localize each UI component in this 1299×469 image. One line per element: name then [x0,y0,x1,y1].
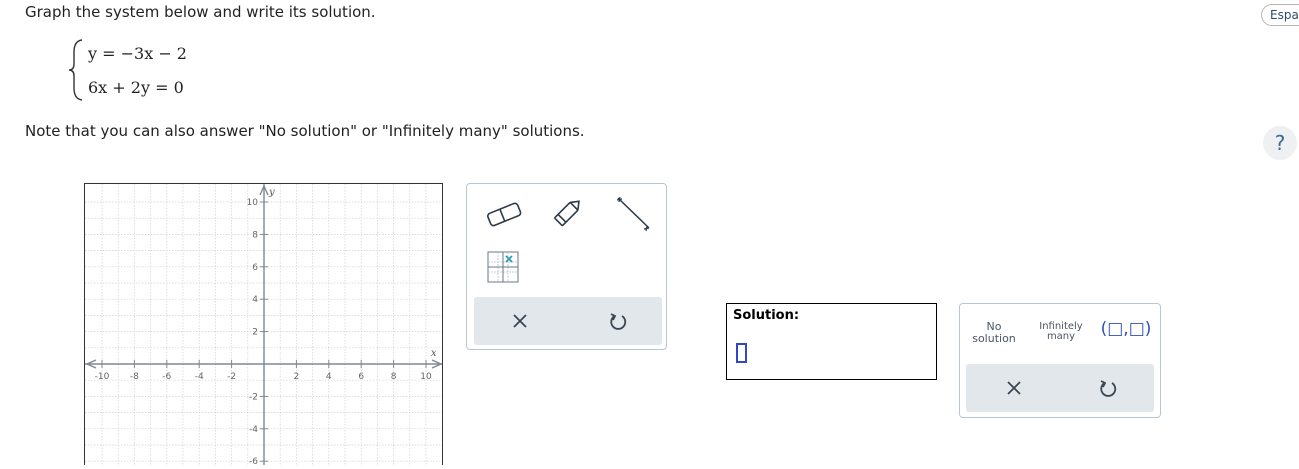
y-tick-label: 10 [247,198,259,208]
x-tick-label: -4 [195,372,204,382]
help-button[interactable]: ? [1263,126,1297,160]
point-grid-icon [487,251,519,283]
solution-label: Solution: [733,308,800,323]
coordinate-grid[interactable]: x y -10 -8 -6 -4 -2 2 4 6 8 10 10 8 6 4 2 -2 -4 -6 [84,183,443,469]
equation-2: 6x + 2y = 0 [88,78,184,97]
undo-graph-button[interactable] [608,311,628,335]
clear-answer-button[interactable] [1006,380,1022,400]
equation-1: y = −3x − 2 [88,44,187,63]
y-axis-label: y [268,187,275,198]
x-tick-label: 4 [326,372,332,382]
pencil-tool[interactable] [551,196,585,234]
line-tool[interactable] [613,194,653,238]
y-tick-label: -4 [249,425,258,435]
language-button[interactable]: Espa [1261,4,1299,26]
undo-icon [610,313,627,330]
x-tick-label: 8 [391,372,397,382]
x-tick-label: -8 [130,372,139,382]
x-tick-label: -2 [227,372,236,382]
point-tool[interactable] [487,251,519,287]
system-brace [68,39,83,101]
x-tick-label: 2 [294,372,300,382]
equation-system: y = −3x − 2 6x + 2y = 0 [68,38,208,102]
y-tick-label: 6 [252,263,258,273]
y-tick-label: 2 [252,328,258,338]
graph-canvas[interactable]: x y -10 -8 -6 -4 -2 2 4 6 8 10 10 8 6 4 2 -2 -4 -6 [84,183,443,469]
x-tick-label: 10 [420,372,432,382]
line-segment-icon [616,196,650,232]
no-solution-button[interactable]: No solution [966,321,1022,345]
x-axis-label: x [431,348,437,359]
close-icon [1007,381,1021,395]
keypad-action-bar [966,364,1154,412]
ordered-pair-button[interactable]: (□,□) [1100,319,1152,339]
solution-input[interactable] [736,343,747,363]
y-tick-label: 4 [252,295,258,305]
graph-action-bar [474,297,662,345]
x-tick-label: -10 [95,372,110,382]
y-tick-label: -6 [249,457,258,465]
pencil-icon [554,200,580,227]
instruction-text: Graph the system below and write its sol… [25,3,376,21]
solution-box: Solution: [726,303,937,380]
y-tick-label: -2 [249,392,258,402]
answer-keypad: No solution Infinitely many (□,□) [959,303,1161,418]
eraser-tool[interactable] [485,200,523,232]
graph-tools-panel [466,183,667,350]
y-tick-label: 8 [252,230,258,240]
clear-graph-button[interactable] [512,313,528,333]
undo-answer-button[interactable] [1098,378,1118,402]
close-icon [513,314,527,328]
x-tick-label: -6 [162,372,171,382]
note-text: Note that you can also answer "No soluti… [25,122,585,140]
x-tick-label: 6 [358,372,364,382]
eraser-icon [487,202,522,227]
undo-icon [1100,380,1117,397]
infinitely-many-button[interactable]: Infinitely many [1032,322,1090,342]
